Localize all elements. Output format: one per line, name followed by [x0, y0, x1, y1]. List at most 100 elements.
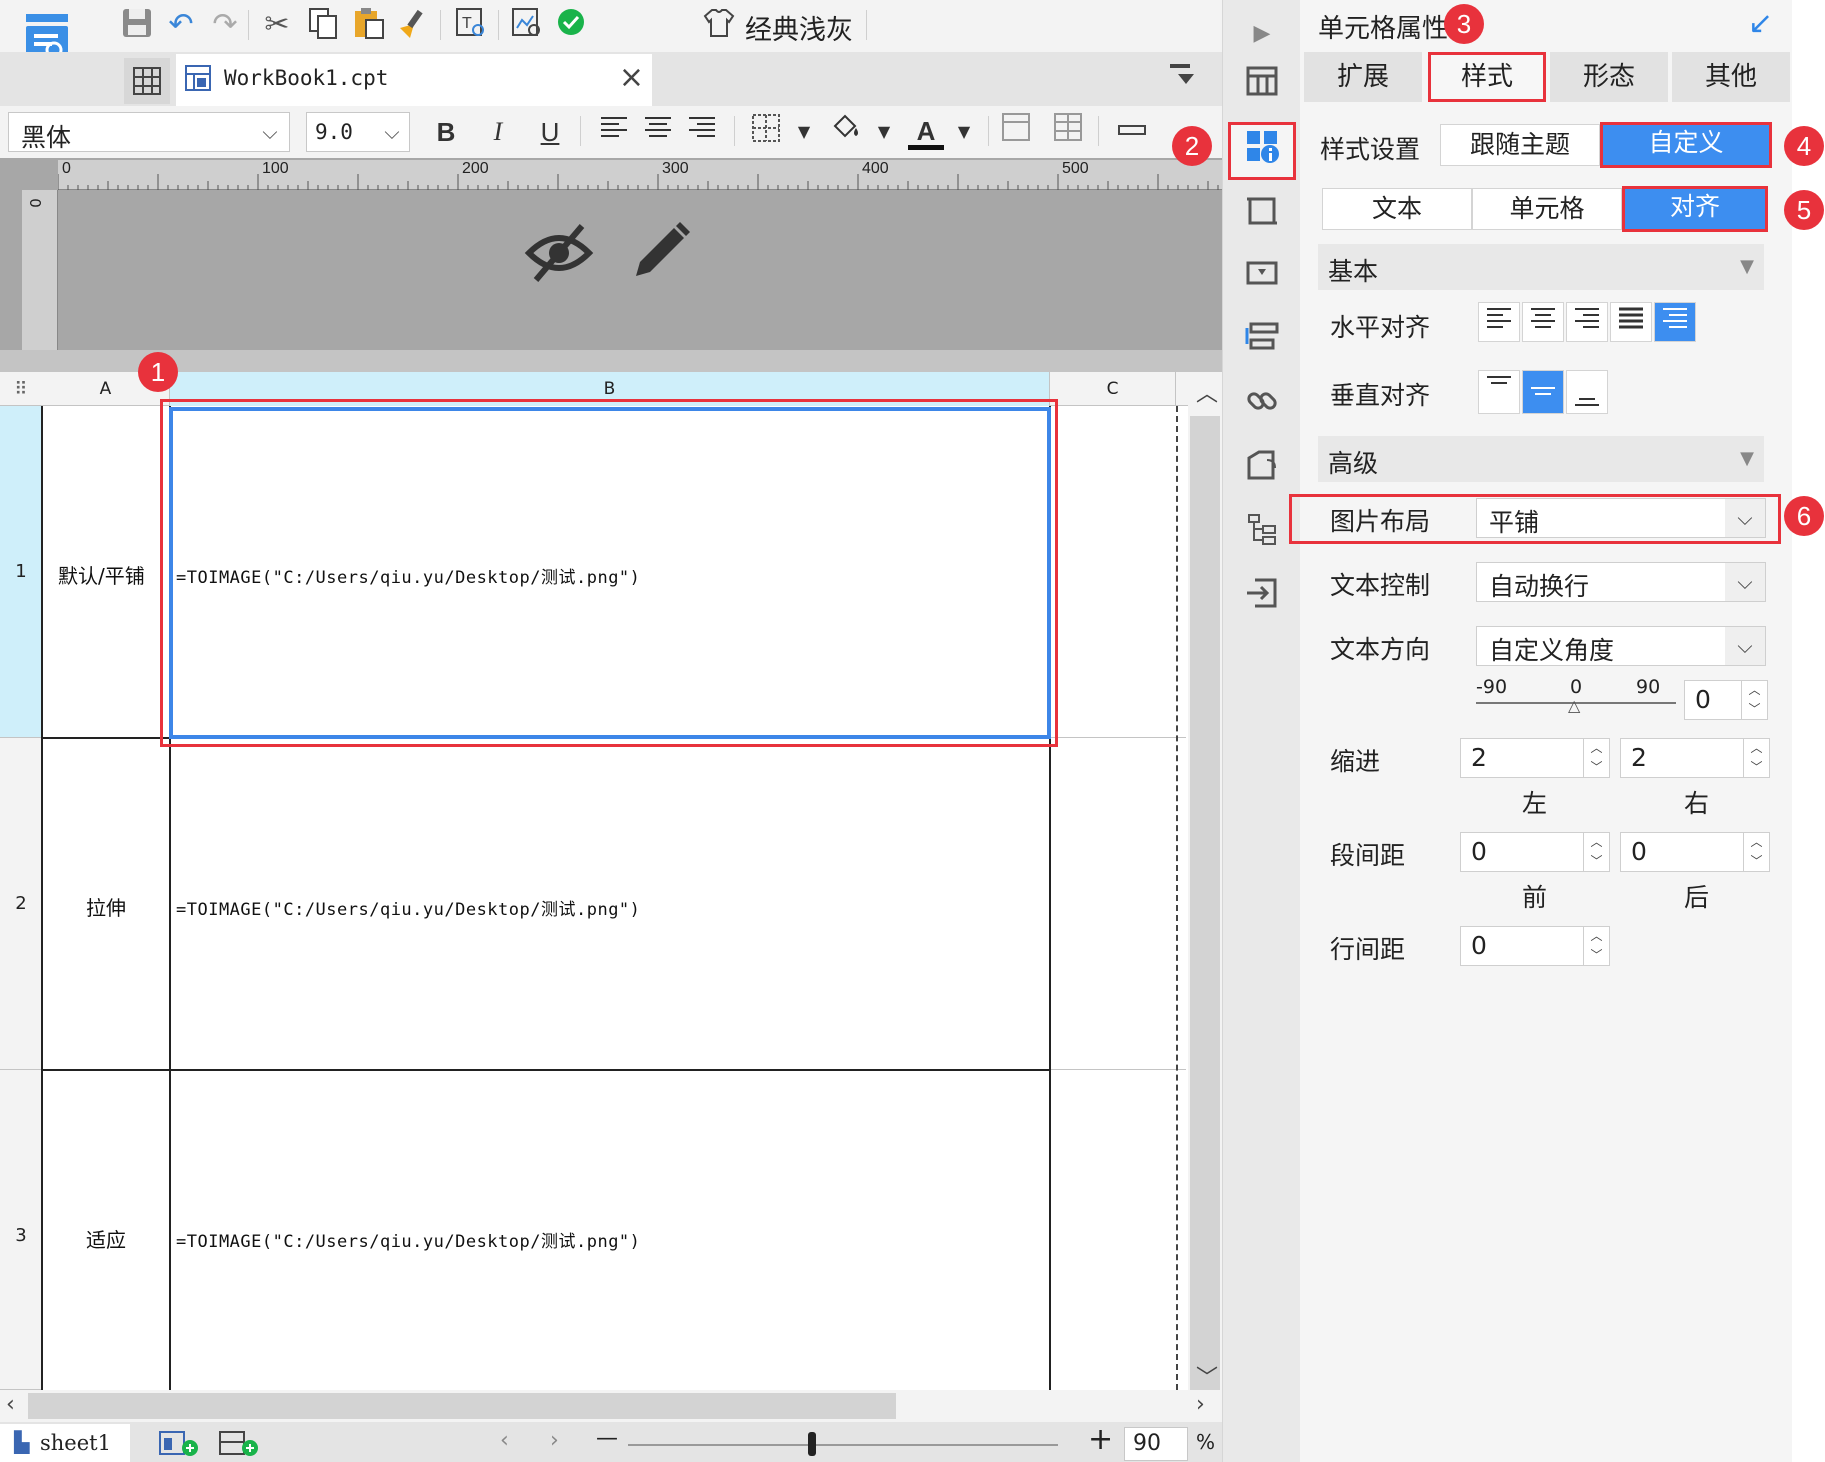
stepper-icon[interactable]: ︿ ﹀ — [1583, 739, 1609, 777]
h-align-right-button[interactable] — [1566, 302, 1608, 342]
zoom-input[interactable]: 90 — [1124, 1427, 1188, 1461]
hyperlink-icon[interactable] — [1240, 384, 1284, 428]
v-align-bottom-button[interactable] — [1566, 370, 1608, 414]
scroll-right-icon[interactable]: › — [1196, 1392, 1205, 1417]
tab-shape[interactable]: 形态 — [1550, 52, 1668, 102]
close-tab-icon[interactable]: × — [619, 60, 644, 95]
stepper-icon[interactable]: ︿ ﹀ — [1743, 833, 1769, 871]
scroll-up-icon[interactable]: ︿ — [1196, 376, 1218, 408]
italic-button[interactable]: I — [480, 112, 516, 152]
unmerge-cells-icon[interactable] — [1050, 112, 1086, 152]
scroll-left-icon[interactable]: ‹ — [6, 1392, 15, 1417]
vertical-scroll-thumb[interactable] — [1190, 416, 1220, 1408]
paste-icon[interactable] — [350, 6, 388, 44]
zoom-slider-track[interactable] — [628, 1444, 1058, 1446]
cell-a1[interactable]: 默认/平铺 — [58, 560, 145, 589]
h-align-left-button[interactable] — [1478, 302, 1520, 342]
align-left-icon[interactable] — [596, 112, 632, 152]
widget-icon[interactable] — [1240, 256, 1284, 300]
subtab-cell[interactable]: 单元格 — [1472, 188, 1622, 230]
subtab-text[interactable]: 文本 — [1322, 188, 1472, 230]
cell-b3[interactable]: =TOIMAGE("C:/Users/qiu.yu/Desktop/测试.png… — [176, 1227, 640, 1252]
align-center-icon[interactable] — [640, 112, 676, 152]
font-size-select[interactable]: 9.0 ⌵ — [306, 112, 410, 152]
h-align-justify-button[interactable] — [1610, 302, 1652, 342]
v-align-top-button[interactable] — [1478, 370, 1520, 414]
column-header-c[interactable]: C — [1050, 372, 1176, 406]
cell-a2[interactable]: 拉伸 — [86, 892, 126, 921]
indent-left-input[interactable]: 2 ︿ ﹀ — [1460, 738, 1610, 778]
border-icon[interactable] — [748, 112, 784, 152]
cell-a3[interactable]: 适应 — [86, 1224, 126, 1253]
paragraph-before-input[interactable]: 0 ︿ ﹀ — [1460, 832, 1610, 872]
pencil-icon[interactable] — [626, 216, 696, 286]
zoom-in-button[interactable]: + — [1088, 1422, 1113, 1457]
workbook-tab[interactable]: WorkBook1.cpt × — [176, 54, 652, 106]
angle-input[interactable]: 0 ︿ ﹀ — [1684, 680, 1768, 720]
border-dropdown-icon[interactable]: ▼ — [786, 112, 822, 152]
expand-panel-icon[interactable]: ▶ — [1240, 12, 1284, 56]
angle-slider-thumb[interactable]: △ — [1568, 696, 1580, 715]
chevron-down-icon[interactable]: ▼ — [1740, 448, 1754, 469]
font-color-dropdown-icon[interactable]: ▼ — [946, 112, 982, 152]
tab-extend[interactable]: 扩展 — [1304, 52, 1422, 102]
condition-attribute-icon[interactable] — [1240, 320, 1284, 364]
format-painter-icon[interactable] — [394, 6, 432, 44]
cell-properties-icon[interactable] — [1240, 128, 1284, 172]
underline-button[interactable]: U — [532, 112, 568, 152]
pin-panel-icon[interactable]: ↙ — [1748, 6, 1773, 41]
custom-style-button[interactable]: 自定义 — [1600, 122, 1772, 168]
tab-other[interactable]: 其他 — [1672, 52, 1790, 102]
cut-icon[interactable]: ✂ — [258, 6, 296, 44]
chevron-down-icon[interactable]: ⌵ — [1725, 563, 1765, 601]
grid-view-icon[interactable] — [124, 58, 170, 104]
subtab-align[interactable]: 对齐 — [1622, 186, 1768, 232]
follow-theme-button[interactable]: 跟随主题 — [1440, 124, 1600, 166]
sheet-tab[interactable]: ▙ sheet1 — [0, 1424, 130, 1462]
copy-icon[interactable] — [304, 6, 342, 44]
preview-icon[interactable] — [508, 6, 546, 44]
chevron-down-icon[interactable]: ▼ — [1740, 256, 1754, 277]
bold-button[interactable]: B — [428, 112, 464, 152]
stepper-icon[interactable]: ︿ ﹀ — [1583, 833, 1609, 871]
vertical-scrollbar[interactable]: ︿ ﹀ — [1188, 372, 1222, 1408]
v-align-middle-button[interactable] — [1522, 370, 1564, 414]
tree-structure-icon[interactable] — [1240, 512, 1284, 556]
data-entry-icon[interactable] — [1240, 448, 1284, 492]
theme-label[interactable]: 经典浅灰 — [745, 8, 853, 47]
zoom-slider-thumb[interactable] — [808, 1432, 816, 1456]
check-icon[interactable] — [552, 6, 590, 44]
indent-right-input[interactable]: 2 ︿ ﹀ — [1620, 738, 1770, 778]
align-right-icon[interactable] — [684, 112, 720, 152]
cell-b2[interactable]: =TOIMAGE("C:/Users/qiu.yu/Desktop/测试.png… — [176, 895, 640, 920]
stepper-icon[interactable]: ︿ ﹀ — [1743, 739, 1769, 777]
add-sheet-icon[interactable] — [158, 1428, 202, 1462]
merge-cells-icon[interactable] — [998, 112, 1034, 152]
line-spacing-input[interactable]: 0 ︿ ﹀ — [1460, 926, 1610, 966]
horizontal-scrollbar[interactable]: ‹ › — [0, 1390, 1222, 1422]
tab-style[interactable]: 样式 — [1428, 52, 1546, 102]
text-direction-select[interactable]: 自定义角度 ⌵ — [1476, 626, 1766, 666]
scroll-down-icon[interactable]: ﹀ — [1196, 1360, 1218, 1392]
chevron-down-icon[interactable]: ⌵ — [375, 113, 409, 151]
cell-element-icon[interactable] — [1240, 194, 1284, 238]
theme-shirt-icon[interactable] — [700, 6, 738, 44]
advanced-section-header[interactable]: 高级 ▼ — [1318, 436, 1764, 482]
font-family-select[interactable]: 黑体 ⌵ — [8, 112, 290, 152]
tab-menu-icon[interactable] — [1168, 62, 1196, 94]
report-template-icon[interactable] — [1240, 64, 1284, 108]
basic-section-header[interactable]: 基本 ▼ — [1318, 244, 1764, 290]
paragraph-after-input[interactable]: 0 ︿ ﹀ — [1620, 832, 1770, 872]
chevron-down-icon[interactable]: ⌵ — [251, 113, 289, 151]
save-icon[interactable] — [118, 6, 156, 44]
import-icon[interactable] — [1240, 576, 1284, 620]
sheet-next-icon[interactable]: › — [550, 1428, 559, 1453]
fill-color-icon[interactable] — [828, 112, 864, 152]
sheet-prev-icon[interactable]: ‹ — [500, 1428, 509, 1453]
insert-row-icon[interactable] — [1114, 112, 1150, 152]
select-all-corner[interactable]: ⠿ — [0, 372, 42, 406]
redo-icon[interactable]: ↷ — [206, 6, 244, 44]
row-header-2[interactable]: 2 — [0, 738, 42, 1070]
chevron-down-icon[interactable]: ⌵ — [1725, 627, 1765, 665]
row-header-3[interactable]: 3 — [0, 1070, 42, 1390]
